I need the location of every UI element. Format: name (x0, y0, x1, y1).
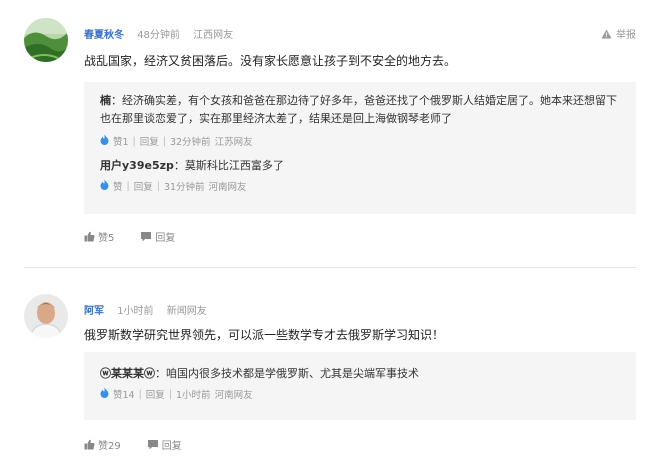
reply-time: 32分钟前 (169, 137, 211, 148)
comment-content: 战乱国家，经济又贫困落后。没有家长愿意让孩子到不安全的地方去。 (84, 54, 457, 68)
warning-icon (601, 29, 612, 38)
like-button[interactable]: 赞14 (113, 387, 135, 401)
thumbs-up-icon (84, 231, 95, 242)
comment-1: 春夏秋冬 48分钟前 江西网友 举报 战乱国家，经济又贫困落后。没有家长愿意让孩… (0, 0, 660, 264)
comment-icon (147, 440, 158, 450)
flame-icon[interactable] (100, 179, 109, 193)
comment-time: 48分钟前 (137, 30, 180, 41)
separator: | (132, 135, 136, 147)
reply-button[interactable]: 回复 (147, 437, 182, 452)
reply-label: 回复 (161, 441, 182, 452)
reply-location: 河南网友 (214, 390, 253, 401)
reply-author[interactable]: ⓦ某某某ⓦ (100, 367, 155, 380)
like-count: 赞5 (98, 233, 115, 244)
separator: | (126, 180, 130, 192)
separator: | (162, 135, 166, 147)
reply-location: 河南网友 (208, 182, 247, 193)
reply-item: 用户y39e5zp：莫斯科比江西富多了 赞 | 回复 | 31分钟前 河南网友 (100, 148, 620, 193)
separator: | (156, 180, 160, 192)
reply-author[interactable]: 用户y39e5zp (100, 159, 174, 172)
reply-time: 1小时前 (176, 390, 211, 401)
reply-text: 楠：经济确实差，有个女孩和爸爸在那边待了好多年，爸爸还找了个俄罗斯人结婚定居了。… (100, 92, 620, 128)
comment-time: 1小时前 (117, 306, 154, 317)
flame-icon[interactable] (100, 387, 109, 401)
comment-2: 阿军 1小时前 新闻网友 俄罗斯数学研究世界领先，可以派一些数学专才去俄罗斯学习… (0, 281, 660, 471)
username[interactable]: 春夏秋冬 (84, 30, 124, 41)
reply-location: 江苏网友 (214, 137, 253, 148)
separator: | (138, 388, 142, 400)
divider (24, 267, 636, 268)
reply-text: 用户y39e5zp：莫斯科比江西富多了 (100, 157, 620, 175)
reply-button[interactable]: 回复 (140, 134, 159, 148)
reply-time: 31分钟前 (163, 182, 205, 193)
like-button[interactable]: 赞1 (113, 134, 129, 148)
reply-list: ⓦ某某某ⓦ：咱国内很多技术都是学俄罗斯、尤其是尖端军事技术 赞14 | 回复 |… (84, 352, 636, 420)
username[interactable]: 阿军 (84, 306, 104, 317)
report-label: 举报 (616, 30, 636, 41)
comment-location: 江西网友 (193, 30, 234, 41)
reply-body: ：咱国内很多技术都是学俄罗斯、尤其是尖端军事技术 (155, 367, 419, 380)
like-button[interactable]: 赞 (113, 179, 123, 193)
report-button[interactable]: 举报 (601, 26, 636, 41)
reply-button[interactable]: 回复 (134, 179, 153, 193)
reply-button[interactable]: 回复 (146, 387, 165, 401)
comment-icon (141, 232, 152, 242)
reply-button[interactable]: 回复 (140, 229, 175, 244)
reply-text: ⓦ某某某ⓦ：咱国内很多技术都是学俄罗斯、尤其是尖端军事技术 (100, 365, 620, 383)
separator: | (168, 388, 173, 400)
reply-item: 楠：经济确实差，有个女孩和爸爸在那边待了好多年，爸爸还找了个俄罗斯人结婚定居了。… (100, 82, 620, 148)
reply-label: 回复 (155, 233, 176, 244)
comment-location: 新闻网友 (166, 306, 207, 317)
reply-author[interactable]: 楠 (100, 94, 111, 107)
like-button[interactable]: 赞29 (84, 437, 121, 452)
comment-content: 俄罗斯数学研究世界领先，可以派一些数学专才去俄罗斯学习知识！ (84, 328, 445, 342)
avatar[interactable] (24, 18, 68, 62)
flame-icon[interactable] (100, 134, 109, 148)
reply-body: ：经济确实差，有个女孩和爸爸在那边待了好多年，爸爸还找了个俄罗斯人结婚定居了。她… (100, 94, 617, 125)
like-button[interactable]: 赞5 (84, 229, 114, 244)
avatar[interactable] (24, 294, 68, 338)
reply-item: ⓦ某某某ⓦ：咱国内很多技术都是学俄罗斯、尤其是尖端军事技术 赞14 | 回复 |… (100, 352, 620, 401)
thumbs-up-icon (84, 439, 95, 450)
reply-body: ：莫斯科比江西富多了 (173, 159, 284, 172)
like-count: 赞29 (98, 441, 121, 452)
reply-list: 楠：经济确实差，有个女孩和爸爸在那边待了好多年，爸爸还找了个俄罗斯人结婚定居了。… (84, 82, 636, 214)
